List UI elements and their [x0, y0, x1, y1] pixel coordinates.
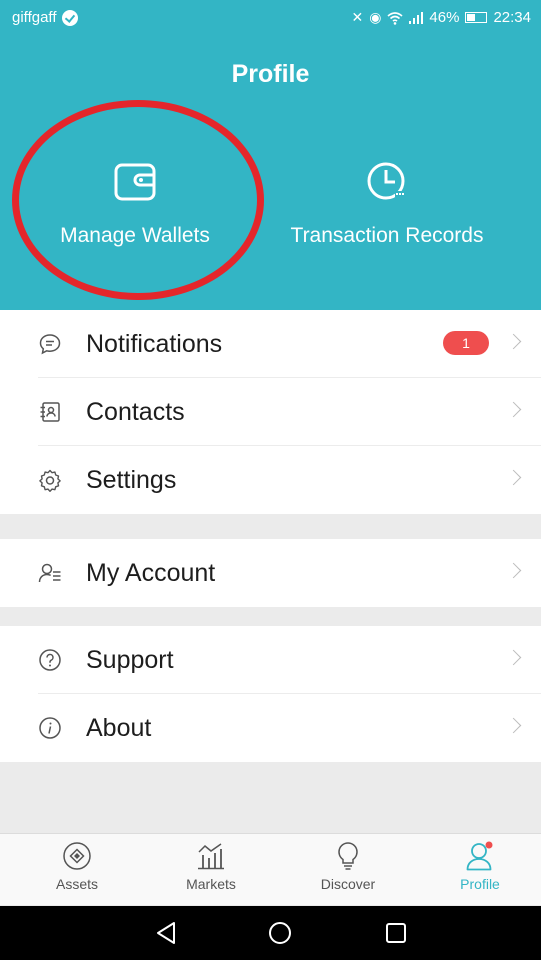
my-account-row[interactable]: My Account [0, 539, 541, 607]
tab-markets-label: Markets [186, 876, 236, 892]
chevron-right-icon [505, 649, 522, 666]
wallet-icon [114, 163, 156, 201]
chevron-right-icon [505, 469, 522, 486]
settings-row[interactable]: Settings [0, 446, 541, 514]
notifications-label: Notifications [86, 329, 223, 358]
contacts-label: Contacts [86, 397, 185, 426]
tab-profile[interactable]: Profile [430, 840, 530, 892]
notification-count-badge: 1 [443, 331, 489, 355]
tab-profile-label: Profile [460, 876, 500, 892]
status-bar: giffgaff ✕ ◉ 46% 22:34 [0, 0, 541, 34]
recents-icon[interactable] [382, 919, 410, 947]
mute-icon: ✕ [351, 9, 364, 25]
system-nav-bar [0, 906, 541, 960]
chevron-right-icon [505, 333, 522, 350]
wifi-icon [387, 11, 403, 25]
clock-history-icon [367, 162, 405, 200]
contact-book-icon [40, 402, 60, 422]
assets-icon [63, 842, 91, 870]
bottom-tab-bar: Assets Markets Discover Profile [0, 833, 541, 905]
page-title: Profile [231, 60, 310, 88]
chevron-right-icon [505, 717, 522, 734]
signal-icon [409, 11, 424, 24]
tab-assets[interactable]: Assets [27, 840, 127, 892]
menu-group-account: My Account [0, 539, 541, 607]
profile-header: giffgaff ✕ ◉ 46% 22:34 Profile Manage Wa… [0, 0, 541, 310]
status-right: ✕ ◉ 46% 22:34 [351, 9, 531, 26]
chevron-right-icon [505, 562, 522, 579]
clock: 22:34 [493, 9, 531, 26]
back-icon[interactable] [152, 919, 180, 947]
manage-wallets-label: Manage Wallets [60, 224, 210, 247]
chevron-right-icon [505, 401, 522, 418]
carrier-name: giffgaff [12, 9, 57, 26]
verified-check-icon [61, 9, 78, 26]
about-row[interactable]: About [0, 694, 541, 762]
about-label: About [86, 713, 152, 742]
tab-assets-label: Assets [55, 876, 98, 892]
battery-icon [465, 12, 488, 23]
eye-icon: ◉ [369, 9, 382, 25]
settings-label: Settings [86, 465, 177, 494]
menu-group-general: Notifications 1 Contacts Settings [0, 310, 541, 514]
transaction-records-label: Transaction Records [290, 224, 484, 247]
menu-group-help: Support About [0, 626, 541, 762]
info-circle-icon [39, 717, 61, 739]
tab-discover-label: Discover [320, 876, 376, 892]
discover-icon [338, 842, 358, 870]
user-list-icon [38, 563, 61, 583]
contacts-row[interactable]: Contacts [0, 378, 541, 446]
my-account-label: My Account [86, 558, 216, 587]
markets-icon [198, 843, 224, 870]
chat-bubble-icon [39, 334, 61, 355]
battery-percent: 46% [429, 9, 460, 26]
support-row[interactable]: Support [0, 626, 541, 694]
gear-icon [39, 469, 61, 492]
tab-markets[interactable]: Markets [161, 840, 261, 892]
manage-wallets-button[interactable]: Manage Wallets [0, 160, 270, 248]
help-circle-icon [39, 649, 61, 671]
notifications-row[interactable]: Notifications 1 [0, 310, 541, 378]
tab-discover[interactable]: Discover [298, 840, 398, 892]
transaction-records-button[interactable]: Transaction Records [252, 160, 522, 248]
profile-icon [466, 841, 493, 871]
carrier: giffgaff [12, 9, 78, 26]
support-label: Support [86, 645, 174, 674]
home-icon[interactable] [266, 919, 294, 947]
